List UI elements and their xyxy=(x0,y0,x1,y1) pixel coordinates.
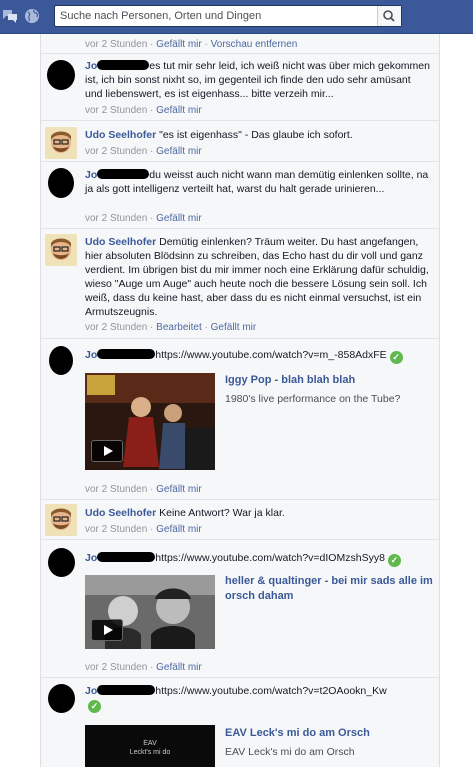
redaction xyxy=(97,169,150,179)
thumbnail-text: Leckt's mi do xyxy=(129,749,171,756)
comment-body: Jo https://www.youtube.com/watch?v=t2OAoo… xyxy=(85,684,430,698)
timestamp[interactable]: vor 2 Stunden xyxy=(85,662,147,673)
like-link[interactable]: Gefällt mir xyxy=(156,105,202,116)
comment-text: Demütig einlenken? Träum weiter. Du hast… xyxy=(85,236,429,318)
avatar[interactable] xyxy=(45,681,77,713)
timestamp[interactable]: vor 2 Stunden xyxy=(85,484,147,495)
verified-check: ✓ xyxy=(85,698,101,713)
comment-body: Udo Seelhofer Demütig einlenken? Träum w… xyxy=(85,235,430,319)
author-name[interactable]: Udo Seelhofer xyxy=(85,236,156,248)
video-thumbnail[interactable] xyxy=(85,575,215,649)
redaction xyxy=(97,552,156,562)
like-link[interactable]: Gefällt mir xyxy=(156,662,202,673)
timestamp[interactable]: vor 2 Stunden xyxy=(85,322,147,333)
video-url[interactable]: https://www.youtube.com/watch?v=dIOMzshS… xyxy=(155,552,385,564)
redaction xyxy=(97,349,156,359)
author-name[interactable]: Jo xyxy=(85,685,97,697)
author-name[interactable]: Jo xyxy=(85,60,97,72)
comment-meta: vor 2 Stunden · Gefällt mir xyxy=(85,146,202,157)
redaction xyxy=(97,685,156,695)
author-name[interactable]: Udo Seelhofer xyxy=(85,129,156,141)
video-thumbnail[interactable]: EAV Leckt's mi do xyxy=(85,725,215,767)
timestamp[interactable]: vor 2 Stunden xyxy=(85,105,147,116)
video-thumbnail[interactable] xyxy=(85,373,215,470)
video-title[interactable]: EAV Leck's mi do am Orsch xyxy=(225,726,435,741)
comment-body: Jo du weisst auch nicht wann man demütig … xyxy=(85,168,430,196)
timestamp[interactable]: vor 2 Stunden xyxy=(85,213,147,224)
globe-icon[interactable] xyxy=(24,8,40,24)
comment-body: Jo https://www.youtube.com/watch?v=dIOMzs… xyxy=(85,551,430,567)
comment-body: Udo Seelhofer Keine Antwort? War ja klar… xyxy=(85,506,430,520)
like-link[interactable]: Gefällt mir xyxy=(156,39,202,50)
timestamp[interactable]: vor 2 Stunden xyxy=(85,146,147,157)
video-title[interactable]: heller & qualtinger - bei mir sads alle … xyxy=(225,574,435,604)
author-name[interactable]: Jo xyxy=(85,552,97,564)
search-box xyxy=(54,5,402,27)
comment-body: Jo es tut mir sehr leid, ich weiß nicht w… xyxy=(85,59,430,101)
play-button[interactable] xyxy=(91,619,123,641)
remove-preview-link[interactable]: Vorschau entfernen xyxy=(211,39,298,50)
author-name[interactable]: Jo xyxy=(85,169,97,181)
comment-body: Udo Seelhofer "es ist eigenhass" - Das g… xyxy=(85,128,430,142)
author-name[interactable]: Udo Seelhofer xyxy=(85,507,156,519)
video-description: 1980's live performance on the Tube? xyxy=(225,393,401,405)
avatar[interactable] xyxy=(45,545,77,577)
edited-link[interactable]: Bearbeitet xyxy=(156,322,202,333)
search-icon xyxy=(383,10,395,22)
like-link[interactable]: Gefällt mir xyxy=(156,484,202,495)
video-url[interactable]: https://www.youtube.com/watch?v=m_-858Ad… xyxy=(155,349,386,361)
play-button[interactable] xyxy=(91,440,123,462)
timestamp[interactable]: vor 2 Stunden xyxy=(85,524,147,535)
comment-body: Jo https://www.youtube.com/watch?v=m_-858… xyxy=(85,348,430,364)
post-meta: vor 2 Stunden · Gefällt mir · Vorschau e… xyxy=(85,39,298,50)
like-link[interactable]: Gefällt mir xyxy=(156,146,202,157)
search-button[interactable] xyxy=(377,6,401,26)
video-description: EAV Leck's mi do am Orsch xyxy=(225,746,355,758)
redaction xyxy=(97,60,150,70)
check-icon: ✓ xyxy=(389,351,403,364)
comment-meta: vor 2 Stunden · Gefällt mir xyxy=(85,105,202,116)
like-link[interactable]: Gefällt mir xyxy=(156,213,202,224)
messages-icon[interactable] xyxy=(2,8,18,24)
avatar[interactable] xyxy=(45,127,77,159)
comment-text: Keine Antwort? War ja klar. xyxy=(159,507,285,519)
avatar[interactable] xyxy=(45,343,77,375)
comment-meta: vor 2 Stunden · Gefällt mir xyxy=(85,484,202,495)
top-bar xyxy=(0,0,473,34)
avatar[interactable] xyxy=(45,58,77,90)
avatar[interactable] xyxy=(45,234,77,266)
video-title[interactable]: Iggy Pop - blah blah blah xyxy=(225,373,435,388)
like-link[interactable]: Gefällt mir xyxy=(156,524,202,535)
comment-meta: vor 2 Stunden · Bearbeitet · Gefällt mir xyxy=(85,322,257,333)
author-name[interactable]: Jo xyxy=(85,349,97,361)
comment-meta: vor 2 Stunden · Gefällt mir xyxy=(85,213,202,224)
timestamp[interactable]: vor 2 Stunden xyxy=(85,39,147,50)
check-icon: ✓ xyxy=(88,700,101,713)
like-link[interactable]: Gefällt mir xyxy=(211,322,257,333)
comment-text: "es ist eigenhass" - Das glaube ich sofo… xyxy=(159,129,353,141)
check-icon: ✓ xyxy=(387,554,401,567)
thumbnail-text: EAV xyxy=(143,740,157,747)
comment-meta: vor 2 Stunden · Gefällt mir xyxy=(85,524,202,535)
video-url[interactable]: https://www.youtube.com/watch?v=t2OAookn… xyxy=(155,685,386,697)
comment-meta: vor 2 Stunden · Gefällt mir xyxy=(85,662,202,673)
avatar[interactable] xyxy=(45,166,77,198)
search-input[interactable] xyxy=(55,6,375,26)
avatar[interactable] xyxy=(45,504,77,536)
